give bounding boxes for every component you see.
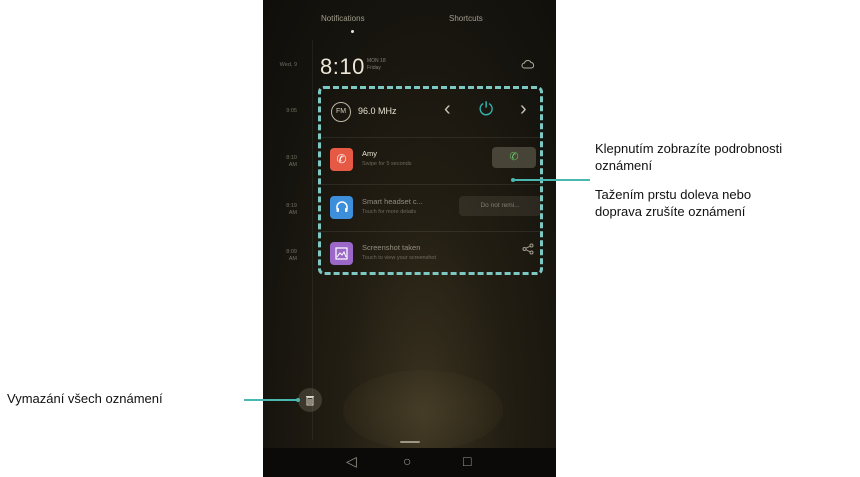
navigation-bar: ◁ ○ □ — [263, 448, 556, 477]
callout-text: Tažením prstu doleva nebo — [595, 187, 752, 202]
callout-text: doprava zrušíte oznámení — [595, 204, 746, 219]
recents-icon[interactable]: □ — [463, 453, 471, 469]
side-timestamp: 8:09 AM — [286, 249, 297, 262]
active-tab-indicator — [351, 30, 354, 33]
side-timestamp: 8:19 AM — [286, 203, 297, 216]
callout-leader-line — [514, 179, 590, 181]
lockscreen-clock: 8:10 — [320, 54, 365, 79]
callout-leader-line — [244, 399, 298, 401]
background-glow — [343, 370, 503, 450]
notifications-highlight — [318, 86, 543, 275]
home-icon[interactable]: ○ — [403, 453, 411, 469]
drag-handle[interactable] — [400, 441, 420, 443]
back-icon[interactable]: ◁ — [346, 453, 357, 470]
tab-notifications[interactable]: Notifications — [321, 14, 365, 23]
timeline-line — [312, 40, 313, 440]
side-timestamp: 8:10 AM — [286, 155, 297, 168]
callout-text: oznámení — [595, 158, 653, 173]
callout-tap-details: Klepnutím zobrazíte podrobnosti oznámení — [595, 140, 860, 174]
callout-clear-all: Vymazání všech oznámení — [7, 391, 163, 406]
side-timestamp: 9:05 — [286, 108, 297, 114]
side-timestamp: Wed, 9 — [279, 62, 297, 68]
weather-cloud-icon[interactable] — [521, 58, 535, 72]
clear-all-button[interactable] — [298, 388, 322, 412]
notification-tabs: Notifications Shortcuts — [263, 14, 556, 34]
date-line-2: Friday — [367, 65, 381, 71]
date-line-1: MON 18 — [367, 58, 386, 64]
callout-text: Klepnutím zobrazíte podrobnosti — [595, 141, 783, 156]
tab-shortcuts[interactable]: Shortcuts — [449, 14, 483, 23]
callout-swipe-dismiss: Tažením prstu doleva nebo doprava zrušít… — [595, 186, 860, 220]
lockscreen-date: MON 18 Friday — [367, 58, 386, 72]
